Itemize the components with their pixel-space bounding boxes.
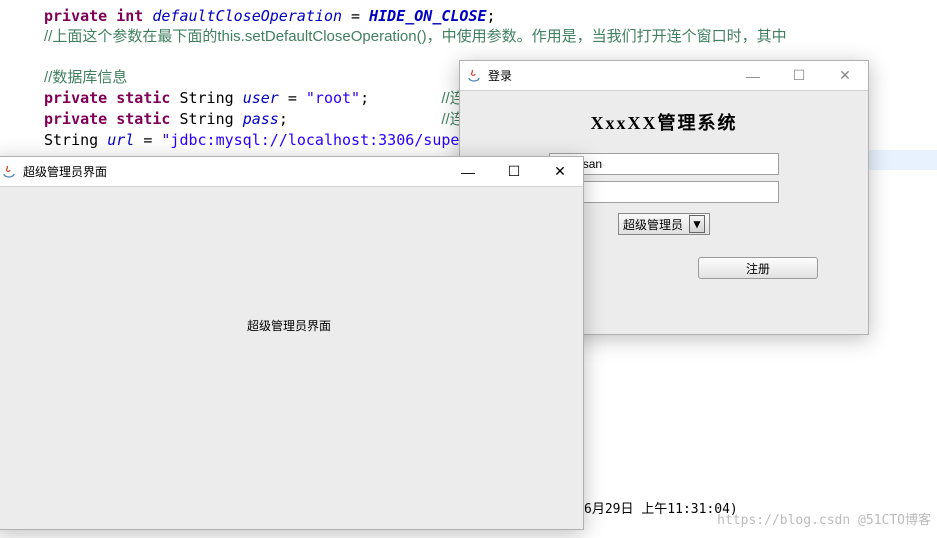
kw: private (44, 89, 107, 107)
admin-window: 超级管理员界面 — ☐ ✕ 超级管理员界面 (0, 156, 584, 530)
type: String (179, 89, 233, 107)
type: String (179, 110, 233, 128)
admin-body-label: 超级管理员界面 (247, 317, 331, 334)
kw: static (116, 110, 170, 128)
close-button[interactable]: ✕ (537, 157, 583, 187)
op: = (134, 131, 161, 149)
type: String (44, 131, 98, 149)
java-icon (1, 164, 17, 180)
keyword-private: private (44, 7, 107, 25)
field-user: user (243, 89, 279, 107)
admin-title-text: 超级管理员界面 (23, 163, 107, 180)
kw: static (116, 89, 170, 107)
maximize-button[interactable]: ☐ (776, 61, 822, 91)
login-titlebar[interactable]: 登录 — ☐ ✕ (460, 61, 868, 91)
semi: ; (279, 110, 288, 128)
semi: ; (360, 89, 369, 107)
constant: HIDE_ON_CLOSE (369, 7, 486, 25)
minimize-button[interactable]: — (730, 61, 776, 91)
field-name: defaultCloseOperation (152, 7, 342, 25)
field-pass: pass (243, 110, 279, 128)
watermark: https://blog.csdn @51CTO博客 (717, 509, 931, 528)
field-url: url (107, 131, 134, 149)
semicolon: ; (487, 7, 496, 25)
kw: private (44, 110, 107, 128)
op: = (279, 89, 306, 107)
java-icon (466, 68, 482, 84)
string: "root" (306, 89, 360, 107)
string-url: "jdbc:mysql://localhost:3306/superm (161, 131, 477, 149)
admin-body: 超级管理员界面 (0, 187, 583, 529)
editor-highlight-row (869, 150, 937, 170)
login-title-text: 登录 (488, 67, 512, 84)
close-button[interactable]: ✕ (822, 61, 868, 91)
keyword-int: int (116, 7, 143, 25)
role-selected: 超级管理员 (623, 216, 683, 233)
login-heading: XxxXX管理系统 (488, 109, 840, 135)
chevron-down-icon[interactable]: ▼ (689, 215, 705, 233)
comment-db: //数据库信息 (44, 69, 127, 86)
admin-titlebar[interactable]: 超级管理员界面 — ☐ ✕ (0, 157, 583, 187)
register-button[interactable]: 注册 (698, 257, 818, 279)
role-select[interactable]: 超级管理员 ▼ (618, 213, 710, 235)
op-eq: = (342, 7, 369, 25)
maximize-button[interactable]: ☐ (491, 157, 537, 187)
minimize-button[interactable]: — (445, 157, 491, 187)
comment-line: //上面这个参数在最下面的this.setDefaultCloseOperati… (44, 28, 787, 45)
status-timestamp: 6月29日 上午11:31:04) (584, 498, 738, 517)
